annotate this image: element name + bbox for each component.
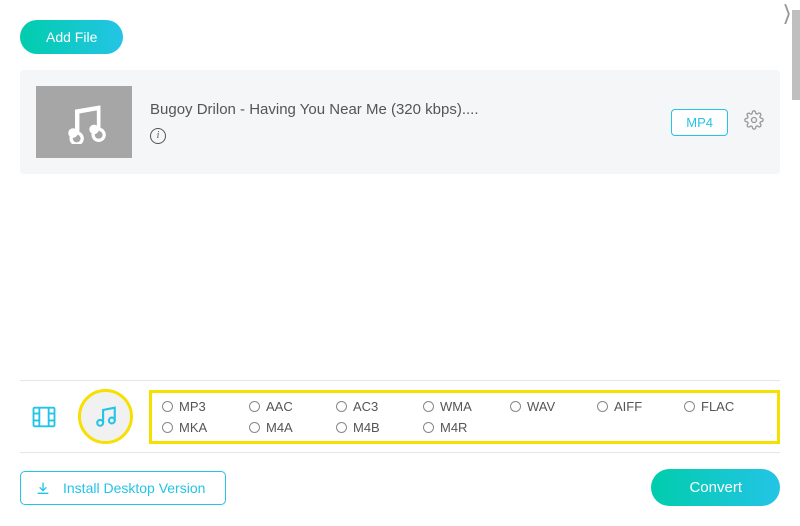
video-tab-icon[interactable] <box>20 393 68 441</box>
format-badge[interactable]: MP4 <box>671 109 728 136</box>
format-option-m4r[interactable]: M4R <box>423 420 506 435</box>
format-option-flac[interactable]: FLAC <box>684 399 767 414</box>
main-content: Add File Bugoy Drilon - Having You Near … <box>0 0 800 194</box>
info-icon[interactable]: i <box>150 128 166 144</box>
format-option-mp3[interactable]: MP3 <box>162 399 245 414</box>
gear-icon[interactable] <box>744 110 764 135</box>
file-card: Bugoy Drilon - Having You Near Me (320 k… <box>20 70 780 174</box>
format-option-ac3[interactable]: AC3 <box>336 399 419 414</box>
add-file-button[interactable]: Add File <box>20 20 123 54</box>
formats-list: MP3 AAC AC3 WMA WAV AIFF FLAC MKA M4A M4… <box>149 390 780 444</box>
format-option-m4b[interactable]: M4B <box>336 420 419 435</box>
convert-button[interactable]: Convert <box>651 469 780 506</box>
file-actions: MP4 <box>671 109 764 136</box>
music-file-icon <box>36 86 132 158</box>
format-option-wma[interactable]: WMA <box>423 399 506 414</box>
file-title: Bugoy Drilon - Having You Near Me (320 k… <box>150 101 653 118</box>
action-row: Install Desktop Version Convert <box>20 469 780 506</box>
bottom-area: MP3 AAC AC3 WMA WAV AIFF FLAC MKA M4A M4… <box>0 380 800 526</box>
format-option-aiff[interactable]: AIFF <box>597 399 680 414</box>
format-option-mka[interactable]: MKA <box>162 420 245 435</box>
format-bar: MP3 AAC AC3 WMA WAV AIFF FLAC MKA M4A M4… <box>20 380 780 453</box>
format-tabs <box>20 389 133 444</box>
format-option-aac[interactable]: AAC <box>249 399 332 414</box>
file-info: Bugoy Drilon - Having You Near Me (320 k… <box>150 101 653 144</box>
download-icon <box>35 480 51 496</box>
format-option-m4a[interactable]: M4A <box>249 420 332 435</box>
audio-tab-icon[interactable] <box>78 389 133 444</box>
format-option-wav[interactable]: WAV <box>510 399 593 414</box>
install-desktop-button[interactable]: Install Desktop Version <box>20 471 226 505</box>
